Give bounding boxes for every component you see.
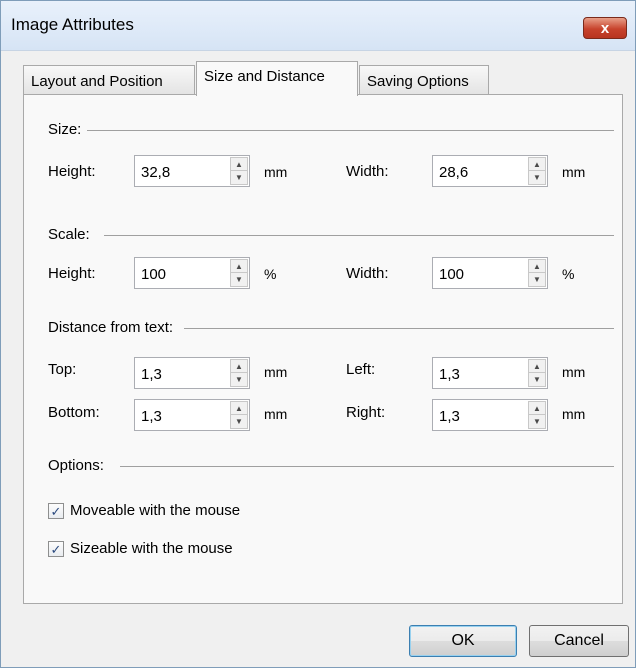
spinner-arrows: ▲ ▼ [230, 401, 248, 429]
spinner-arrows: ▲ ▼ [230, 157, 248, 185]
scale-height-value[interactable]: 100 [141, 266, 166, 283]
scale-height-unit: % [264, 266, 277, 282]
size-width-value[interactable]: 28,6 [439, 164, 468, 181]
check-icon: ✓ [50, 541, 62, 557]
window-title: Image Attributes [11, 15, 134, 34]
distance-bottom-unit: mm [264, 406, 288, 422]
spin-down-icon[interactable]: ▼ [231, 273, 247, 286]
ok-button-label: OK [451, 632, 475, 649]
scale-group-divider [104, 235, 614, 236]
spin-up-icon[interactable]: ▲ [529, 360, 545, 373]
distance-left-value[interactable]: 1,3 [439, 366, 460, 383]
scale-height-label: Height: [48, 265, 96, 282]
spin-up-icon[interactable]: ▲ [231, 402, 247, 415]
spin-down-icon[interactable]: ▼ [231, 415, 247, 428]
distance-right-label: Right: [346, 404, 386, 421]
sizeable-checkbox[interactable]: ✓ [48, 541, 64, 557]
spin-up-icon[interactable]: ▲ [231, 260, 247, 273]
moveable-checkbox-label[interactable]: Moveable with the mouse [70, 502, 240, 519]
distance-right-value[interactable]: 1,3 [439, 408, 460, 425]
distance-bottom-spinner[interactable]: 1,3 ▲ ▼ [134, 399, 250, 431]
scale-width-value[interactable]: 100 [439, 266, 464, 283]
tab-layout-and-position[interactable]: Layout and Position [23, 65, 195, 95]
image-attributes-dialog: Image Attributes x Layout and Position S… [0, 0, 636, 668]
tab-saving-options[interactable]: Saving Options [359, 65, 489, 95]
size-width-spinner[interactable]: 28,6 ▲ ▼ [432, 155, 548, 187]
spin-down-icon[interactable]: ▼ [529, 273, 545, 286]
scale-height-spinner[interactable]: 100 ▲ ▼ [134, 257, 250, 289]
spinner-arrows: ▲ ▼ [528, 401, 546, 429]
size-height-label: Height: [48, 163, 96, 180]
distance-top-unit: mm [264, 364, 288, 380]
spin-up-icon[interactable]: ▲ [529, 260, 545, 273]
tab-label: Saving Options [367, 73, 469, 90]
distance-top-value[interactable]: 1,3 [141, 366, 162, 383]
size-height-unit: mm [264, 164, 288, 180]
spin-down-icon[interactable]: ▼ [231, 373, 247, 386]
tab-label: Size and Distance [204, 68, 325, 85]
tab-strip: Layout and Position Size and Distance Sa… [23, 61, 623, 96]
spinner-arrows: ▲ ▼ [528, 259, 546, 287]
size-group-divider [84, 130, 614, 131]
spin-down-icon[interactable]: ▼ [529, 373, 545, 386]
close-icon: x [600, 19, 610, 37]
distance-top-spinner[interactable]: 1,3 ▲ ▼ [134, 357, 250, 389]
options-group-label: Options: [48, 457, 110, 474]
spin-up-icon[interactable]: ▲ [231, 360, 247, 373]
spinner-arrows: ▲ ▼ [230, 359, 248, 387]
spin-down-icon[interactable]: ▼ [529, 171, 545, 184]
size-group-label: Size: [48, 121, 88, 138]
distance-group-divider [184, 328, 614, 329]
scale-group-label: Scale: [48, 226, 96, 243]
spin-up-icon[interactable]: ▲ [529, 402, 545, 415]
size-height-spinner[interactable]: 32,8 ▲ ▼ [134, 155, 250, 187]
distance-right-unit: mm [562, 406, 586, 422]
scale-width-unit: % [562, 266, 575, 282]
distance-left-spinner[interactable]: 1,3 ▲ ▼ [432, 357, 548, 389]
spinner-arrows: ▲ ▼ [230, 259, 248, 287]
check-icon: ✓ [50, 503, 62, 519]
spin-down-icon[interactable]: ▼ [529, 415, 545, 428]
distance-bottom-value[interactable]: 1,3 [141, 408, 162, 425]
spinner-arrows: ▲ ▼ [528, 157, 546, 185]
cancel-button[interactable]: Cancel [529, 625, 629, 657]
cancel-button-label: Cancel [554, 632, 604, 649]
moveable-checkbox[interactable]: ✓ [48, 503, 64, 519]
spin-down-icon[interactable]: ▼ [231, 171, 247, 184]
size-and-distance-panel: Size: Height: 32,8 ▲ ▼ mm Width: 28,6 ▲ … [23, 94, 623, 604]
scale-width-spinner[interactable]: 100 ▲ ▼ [432, 257, 548, 289]
distance-group-label: Distance from text: [48, 319, 180, 336]
tab-size-and-distance[interactable]: Size and Distance [196, 61, 358, 96]
spinner-arrows: ▲ ▼ [528, 359, 546, 387]
distance-top-label: Top: [48, 361, 77, 378]
size-height-value[interactable]: 32,8 [141, 164, 170, 181]
title-bar[interactable]: Image Attributes x [1, 1, 635, 51]
ok-button[interactable]: OK [409, 625, 517, 657]
distance-right-spinner[interactable]: 1,3 ▲ ▼ [432, 399, 548, 431]
distance-bottom-label: Bottom: [48, 404, 100, 421]
scale-width-label: Width: [346, 265, 389, 282]
close-button[interactable]: x [583, 17, 627, 39]
options-group-divider [120, 466, 614, 467]
size-width-unit: mm [562, 164, 586, 180]
distance-left-label: Left: [346, 361, 376, 378]
distance-left-unit: mm [562, 364, 586, 380]
tab-label: Layout and Position [31, 73, 163, 90]
size-width-label: Width: [346, 163, 389, 180]
spin-up-icon[interactable]: ▲ [231, 158, 247, 171]
sizeable-checkbox-label[interactable]: Sizeable with the mouse [70, 540, 233, 557]
spin-up-icon[interactable]: ▲ [529, 158, 545, 171]
